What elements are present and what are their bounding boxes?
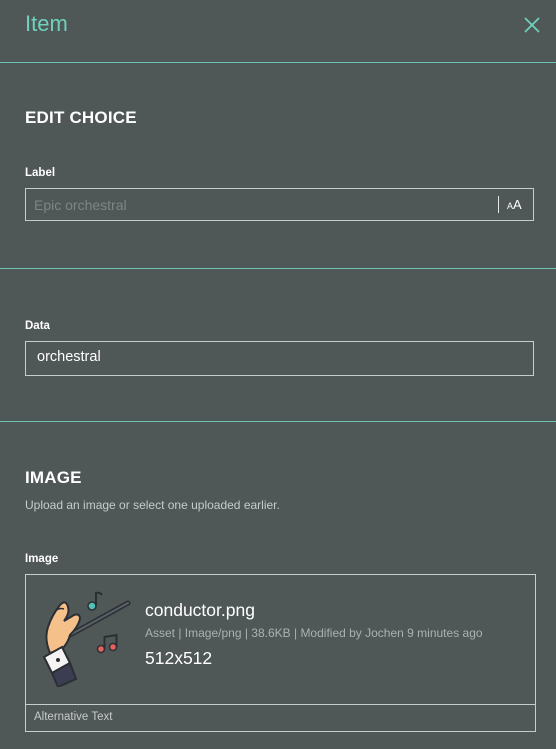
panel-title: Item [25, 11, 68, 36]
file-meta: Asset | Image/png | 38.6KB | Modified by… [145, 626, 483, 640]
image-asset-card[interactable]: conductor.png Asset | Image/png | 38.6KB… [25, 574, 536, 732]
edit-choice-heading: EDIT CHOICE [25, 108, 137, 127]
image-helper-text: Upload an image or select one uploaded e… [25, 498, 280, 512]
image-dimensions: 512x512 [145, 648, 213, 668]
section-divider [0, 421, 556, 422]
image-field-label: Image [25, 553, 59, 565]
input-separator [498, 196, 499, 213]
panel-header: Item [0, 0, 556, 63]
alt-text-field[interactable]: Alternative Text [26, 704, 535, 732]
conductor-image [40, 583, 134, 689]
label-field-label: Label [25, 167, 56, 179]
image-heading: IMAGE [25, 468, 82, 487]
section-divider [0, 268, 556, 269]
data-input-value: orchestral [37, 349, 101, 365]
data-input[interactable]: orchestral [25, 341, 534, 376]
font-size-toggle-button[interactable]: AA [507, 197, 522, 212]
label-input-placeholder: Epic orchestral [34, 197, 127, 213]
close-icon[interactable] [521, 14, 543, 36]
data-field-label: Data [25, 320, 50, 332]
file-name: conductor.png [145, 600, 255, 620]
label-input[interactable]: Epic orchestral AA [25, 188, 534, 221]
alt-text-placeholder: Alternative Text [34, 711, 113, 723]
